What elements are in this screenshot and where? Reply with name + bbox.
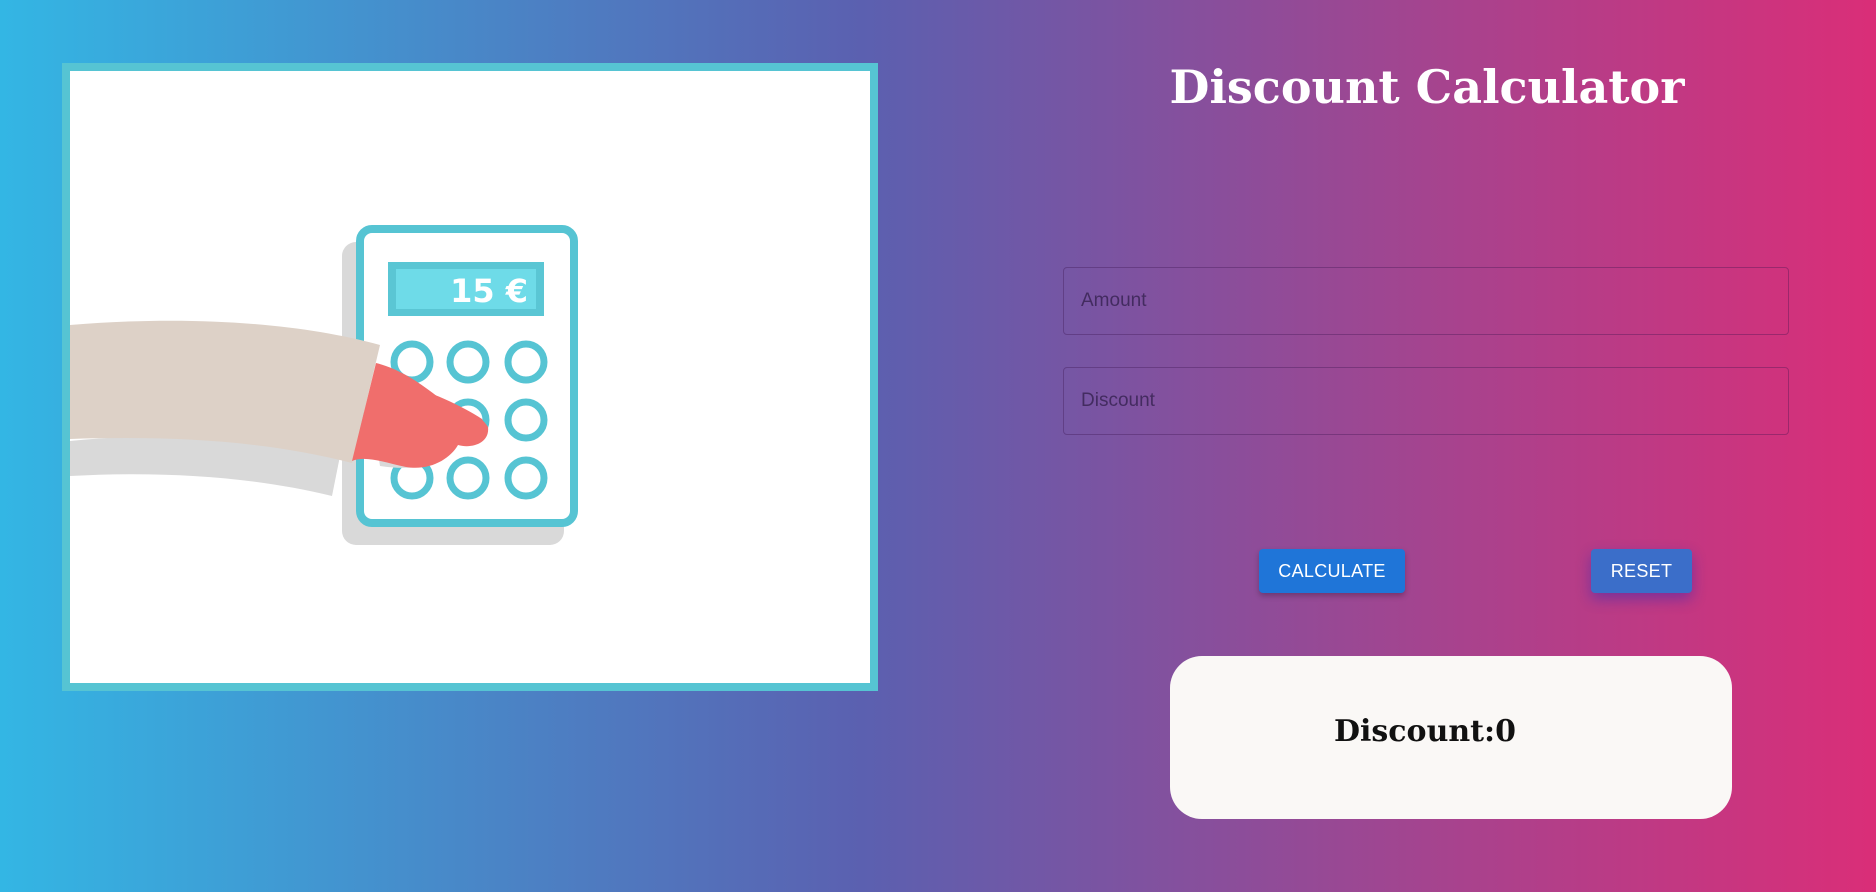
result-card: Discount:0 <box>1170 656 1732 819</box>
discount-result: Discount:0 <box>1333 714 1516 749</box>
calculator-display-text: 15 € <box>450 272 528 310</box>
page-title: Discount Calculator <box>1169 60 1685 114</box>
reset-button[interactable]: RESET <box>1591 549 1692 593</box>
amount-field[interactable] <box>1063 267 1789 335</box>
calculator-illustration: 15 € <box>62 63 878 691</box>
discount-input[interactable] <box>1064 368 1788 434</box>
calculate-button[interactable]: CALCULATE <box>1259 549 1405 593</box>
discount-field[interactable] <box>1063 367 1789 435</box>
hand-calculator-icon: 15 € <box>70 225 578 545</box>
amount-input[interactable] <box>1064 268 1788 334</box>
